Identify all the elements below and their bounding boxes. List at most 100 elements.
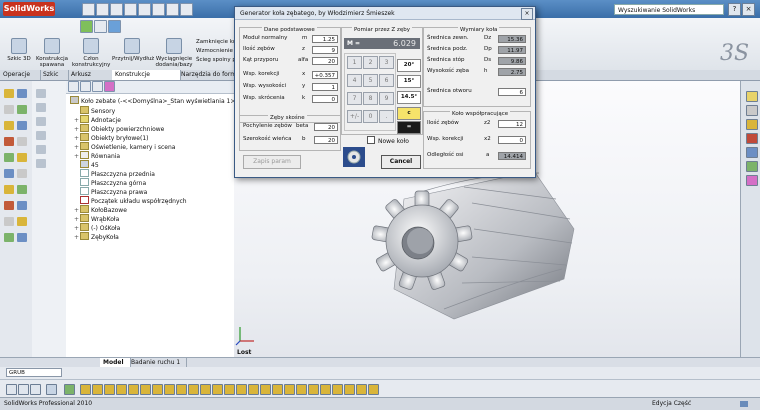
tab-sheet-metal[interactable]: Arkusz blachy: [68, 70, 113, 88]
tab-features[interactable]: Operacje: [0, 70, 41, 80]
tree-root[interactable]: Koło zebate (-<<Domyślna>_Stan wyświetla…: [70, 96, 238, 105]
select-arrow-icon[interactable]: [46, 384, 57, 395]
tree-item-surface-bodies[interactable]: + Obiekty powierzchniowe: [74, 124, 164, 133]
tree-item-top-plane[interactable]: Płaszczyzna górna: [74, 178, 146, 187]
search-input[interactable]: Wyszukiwanie SolidWorks: [614, 4, 724, 15]
move-tool-icon[interactable]: [4, 201, 14, 210]
save-params-button[interactable]: Zapis param: [243, 155, 301, 169]
line-tool-icon[interactable]: [17, 89, 27, 98]
tree-item-keyway[interactable]: + WrąbKoła: [74, 214, 119, 223]
save-icon[interactable]: [110, 3, 123, 16]
revision-icon[interactable]: [236, 384, 247, 395]
cosmetic-thread-icon[interactable]: [260, 384, 271, 395]
tree-item-equations[interactable]: + Równania: [74, 151, 120, 160]
centerline-icon[interactable]: [188, 384, 199, 395]
tree-tab-icon[interactable]: [68, 81, 79, 92]
dowel-icon[interactable]: [320, 384, 331, 395]
circle-tool-icon[interactable]: [17, 105, 27, 114]
cancel-button[interactable]: Cancel: [381, 155, 421, 169]
appearance-tab-icon[interactable]: [104, 81, 115, 92]
correction-field[interactable]: +0.357: [312, 71, 338, 79]
key-6[interactable]: 6: [379, 74, 394, 87]
dialog-close-icon[interactable]: ×: [521, 8, 533, 20]
tree-item-right-plane[interactable]: Płaszczyzna prawa: [74, 187, 147, 196]
chamfer-tool-icon[interactable]: [17, 185, 27, 194]
key-8[interactable]: 8: [363, 92, 378, 105]
key-9[interactable]: 9: [379, 92, 394, 105]
layer-select[interactable]: GRUB: [6, 368, 62, 377]
face-width-field[interactable]: 20: [314, 136, 338, 144]
rotate-tool-icon[interactable]: [17, 201, 27, 210]
key-3[interactable]: 3: [379, 56, 394, 69]
mating-correction-field[interactable]: 0: [498, 136, 526, 144]
weld-symbol-icon[interactable]: [116, 384, 127, 395]
key-5[interactable]: 5: [363, 74, 378, 87]
fillet-bead-button[interactable]: Ścieg spoiny pa: [196, 56, 239, 65]
balloon-icon[interactable]: [104, 384, 115, 395]
weldment-button[interactable]: Konstrukcja spawana: [34, 38, 70, 68]
zoom-area-icon[interactable]: [18, 384, 29, 395]
auto-icon[interactable]: [296, 384, 307, 395]
text-tool-icon[interactable]: [4, 233, 14, 242]
configuration-manager-icon[interactable]: [36, 117, 46, 126]
tree-item-material[interactable]: 45: [74, 160, 99, 169]
area-hatch-icon[interactable]: [200, 384, 211, 395]
file-explorer-icon[interactable]: [746, 119, 758, 130]
point-tool-icon[interactable]: [17, 217, 27, 226]
sketch-tool-icon[interactable]: [4, 89, 14, 98]
teeth-count-field[interactable]: 9: [312, 46, 338, 54]
equals-button[interactable]: =: [397, 121, 421, 134]
tree-item-base-wheel[interactable]: + KołoBazowe: [74, 205, 127, 214]
open-file-icon[interactable]: [96, 3, 109, 16]
hole-callout-icon[interactable]: [164, 384, 175, 395]
select-icon[interactable]: [152, 3, 165, 16]
shortening-field[interactable]: 0: [312, 95, 338, 103]
options-icon[interactable]: [180, 3, 193, 16]
filter-icon[interactable]: [36, 159, 46, 168]
block-icon[interactable]: [212, 384, 223, 395]
helical-gear-model[interactable]: [334, 169, 584, 329]
offset-tool-icon[interactable]: [17, 153, 27, 162]
design-library-icon[interactable]: [746, 105, 758, 116]
tab-sketch[interactable]: Szkic: [40, 70, 69, 80]
dim-xpert-icon[interactable]: [36, 131, 46, 140]
rebuild-icon[interactable]: [166, 3, 179, 16]
surface-finish-icon[interactable]: [140, 384, 151, 395]
spline-tool-icon[interactable]: [17, 121, 27, 130]
spec-icon[interactable]: [344, 384, 355, 395]
tree-item-axis[interactable]: + (-) OśKoła: [74, 223, 120, 232]
tree-item-front-plane[interactable]: Płaszczyzna przednia: [74, 169, 155, 178]
mirror-tool-icon[interactable]: [4, 169, 14, 178]
bore-diameter-field[interactable]: 6: [498, 88, 526, 96]
tab-mold-tools[interactable]: Narzędzia do form: [178, 70, 241, 80]
key-1[interactable]: 1: [347, 56, 362, 69]
new-file-icon[interactable]: [82, 3, 95, 16]
rectangle-tool-icon[interactable]: [4, 105, 14, 114]
prev-view-icon[interactable]: [30, 384, 41, 395]
help-status-icon[interactable]: [740, 401, 748, 407]
view-palette-icon[interactable]: [746, 147, 758, 158]
pin-icon[interactable]: [272, 384, 283, 395]
flag-icon[interactable]: [368, 384, 379, 395]
key-2[interactable]: 2: [363, 56, 378, 69]
dimension-tool-icon[interactable]: [4, 137, 14, 146]
display-manager-icon[interactable]: [36, 145, 46, 154]
pressure-angle-field[interactable]: 20: [312, 57, 338, 65]
custom-properties-icon[interactable]: [746, 175, 758, 186]
new-wheel-checkbox[interactable]: Nowe koło: [367, 136, 409, 146]
scale-tool-icon[interactable]: [4, 217, 14, 226]
datum-icon[interactable]: [128, 384, 139, 395]
geometric-tolerance-icon[interactable]: [152, 384, 163, 395]
angle-15-button[interactable]: 15°: [397, 75, 421, 88]
mating-teeth-field[interactable]: 12: [498, 120, 526, 128]
table-icon[interactable]: [224, 384, 235, 395]
line-icon[interactable]: [64, 384, 75, 395]
helix-angle-field[interactable]: 20: [314, 123, 338, 131]
extrude-boss-button[interactable]: Wyciągnięcie dodania/bazy: [152, 38, 196, 68]
config-tab-icon[interactable]: [92, 81, 103, 92]
checkbox-icon[interactable]: [367, 136, 375, 144]
zoom-fit-icon[interactable]: [6, 384, 17, 395]
pattern-tool-icon[interactable]: [17, 169, 27, 178]
tree-item-origin[interactable]: Początek układu współrzędnych: [74, 196, 187, 205]
symbol-icon[interactable]: [356, 384, 367, 395]
